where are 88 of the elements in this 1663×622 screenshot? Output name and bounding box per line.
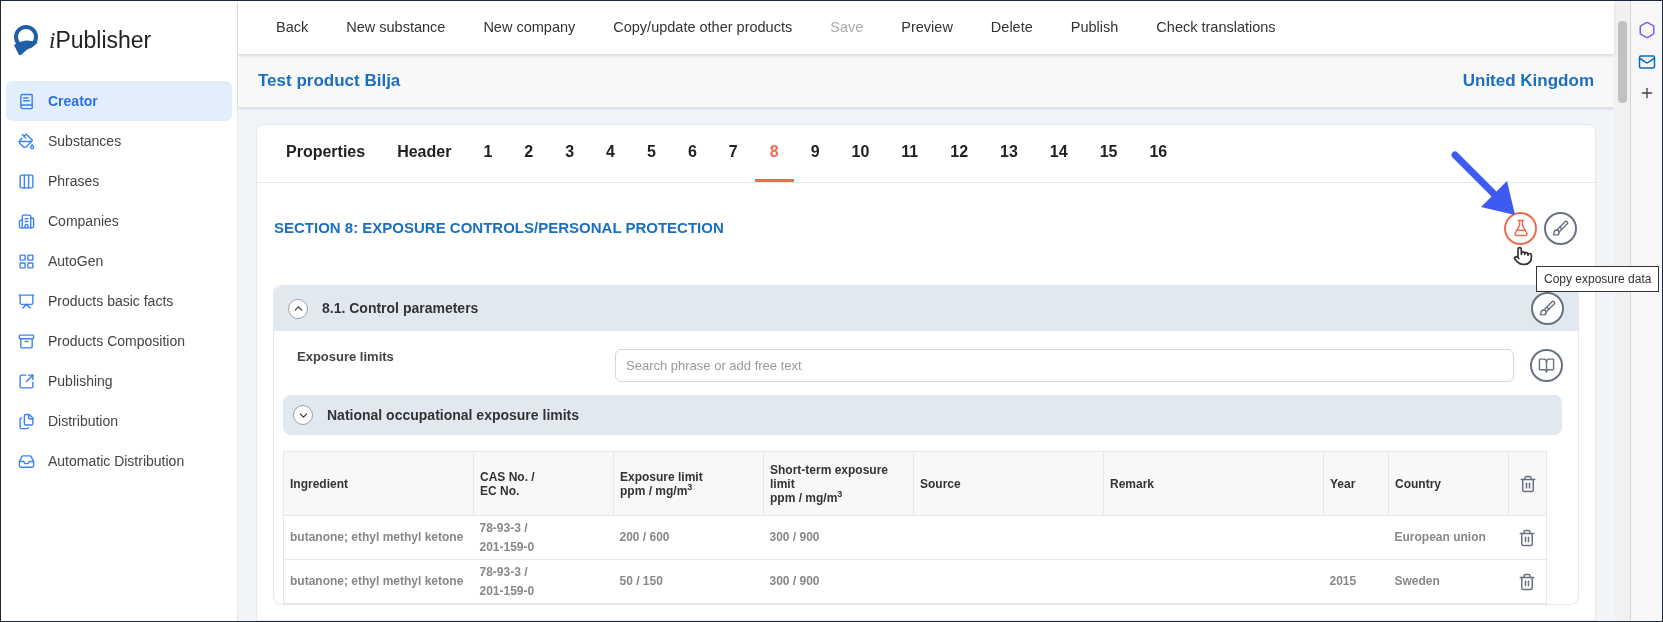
sidebar-item[interactable]: Automatic Distribution: [6, 441, 232, 481]
section-tab[interactable]: 15: [1084, 125, 1133, 182]
section-tab[interactable]: 9: [795, 125, 835, 182]
section-tab[interactable]: 6: [672, 125, 712, 182]
column-header: CAS No. / EC No.: [480, 469, 535, 498]
hand-cursor-icon: [1513, 246, 1533, 266]
external-link-icon: [18, 372, 35, 390]
toolbar-button[interactable]: New company: [465, 9, 594, 46]
collapse-icon: [288, 298, 308, 319]
sidebar-item[interactable]: Creator: [6, 81, 232, 121]
section-tab[interactable]: Header: [382, 125, 467, 182]
mail-icon[interactable]: [1637, 53, 1656, 71]
section-tab[interactable]: 16: [1134, 125, 1183, 182]
search-field[interactable]: Search phrase or add free text: [615, 348, 1514, 382]
table-cell: Sweden: [1394, 574, 1440, 588]
trash-icon[interactable]: [1518, 572, 1537, 591]
sidebar-item[interactable]: Publishing: [6, 361, 232, 401]
toolbar-button[interactable]: Delete: [972, 9, 1051, 46]
paint-bucket-icon: [18, 132, 35, 150]
section-tab[interactable]: 5: [632, 125, 671, 182]
section-heading: SECTION 8: EXPOSURE CONTROLS/PERSONAL PROTECTION: [274, 217, 724, 238]
toolbar-button[interactable]: Copy/update other products: [595, 9, 811, 46]
column-header: Short-term exposure limit ppm / mg/m$^{3}$: [770, 462, 889, 505]
logo-icon: [11, 25, 41, 57]
columns-icon: [18, 172, 35, 190]
table-cell: 300 / 900: [769, 574, 820, 588]
column-header: Year: [1330, 476, 1356, 491]
toolbar-button[interactable]: Back: [258, 9, 327, 46]
column-header: Country: [1395, 476, 1441, 491]
section-tab[interactable]: 14: [1034, 125, 1083, 182]
trash-icon[interactable]: [1518, 528, 1537, 547]
column-header: Source: [920, 476, 961, 491]
section-tab[interactable]: 11: [886, 125, 934, 182]
expand-icon: [293, 405, 313, 425]
section-tab[interactable]: 3: [550, 125, 590, 182]
flask-icon: [1511, 219, 1530, 237]
accordion-header[interactable]: National occupational exposure limits: [283, 395, 1562, 435]
scrollbar-thumb[interactable]: [1617, 21, 1627, 103]
table-cell: 78-93-3 / 201-159-0: [479, 564, 535, 598]
product-title: Test product Bilja: [258, 69, 401, 92]
section-tab[interactable]: 13: [985, 125, 1033, 182]
column-header: Remark: [1110, 476, 1155, 491]
country-label: United Kingdom: [1462, 69, 1594, 92]
section-tab[interactable]: 1: [468, 125, 508, 182]
section-tab[interactable]: 7: [713, 125, 753, 182]
tooltip: Copy exposure data: [1536, 266, 1660, 292]
table-cell: 200 / 600: [619, 530, 670, 544]
column-header: Exposure limit ppm / mg/m$^{3}$: [620, 469, 703, 498]
phrase-book-button[interactable]: [1530, 348, 1563, 382]
toolbar-button[interactable]: Check translations: [1138, 9, 1294, 46]
section-tab[interactable]: 4: [591, 125, 630, 182]
sidebar-item[interactable]: Substances: [6, 121, 232, 161]
table-cell: 2015: [1329, 574, 1357, 588]
section-tab[interactable]: 2: [509, 125, 549, 182]
toolbar-button[interactable]: New substance: [328, 9, 464, 46]
sidebar-item[interactable]: AutoGen: [6, 241, 232, 281]
book-icon: [1538, 356, 1555, 374]
hexagon-icon[interactable]: [1637, 21, 1656, 39]
table-cell: butanone; ethyl methyl ketone: [290, 574, 464, 588]
toolbar-button[interactable]: Preview: [883, 9, 971, 46]
sidebar-item[interactable]: Phrases: [6, 161, 232, 201]
section-tab[interactable]: 12: [935, 125, 984, 182]
sidebar-item[interactable]: Distribution: [6, 401, 232, 441]
sidebar-item[interactable]: Products Composition: [6, 321, 232, 361]
sidebar-item[interactable]: Companies: [6, 201, 232, 241]
section-tab[interactable]: Properties: [271, 125, 381, 182]
grid-icon: [18, 252, 35, 270]
sidebar-item[interactable]: Products basic facts: [6, 281, 232, 321]
archive-icon: [18, 332, 35, 350]
clear-button[interactable]: [1531, 292, 1564, 325]
building-icon: [18, 212, 35, 230]
table-cell: butanone; ethyl methyl ketone: [290, 530, 464, 544]
section-tab[interactable]: 10: [836, 125, 885, 182]
table-cell: 50 / 150: [619, 574, 663, 588]
field-label: Exposure limits: [297, 348, 395, 366]
table-cell: European union: [1394, 530, 1486, 544]
toolbar-button[interactable]: Publish: [1052, 9, 1137, 46]
files-icon: [18, 412, 35, 430]
app-logo-text: iPublisher: [49, 26, 152, 56]
presentation-chart-icon: [18, 292, 35, 310]
trash-icon[interactable]: [1518, 474, 1537, 493]
table-cell: 300 / 900: [769, 530, 820, 544]
accordion-header[interactable]: 8.1. Control parameters: [274, 286, 1578, 331]
book-icon: [18, 92, 35, 110]
tray-icon: [18, 452, 35, 470]
column-header: Ingredient: [290, 476, 348, 491]
table-cell: 78-93-3 / 201-159-0: [479, 520, 535, 554]
clear-button[interactable]: [1544, 211, 1577, 245]
